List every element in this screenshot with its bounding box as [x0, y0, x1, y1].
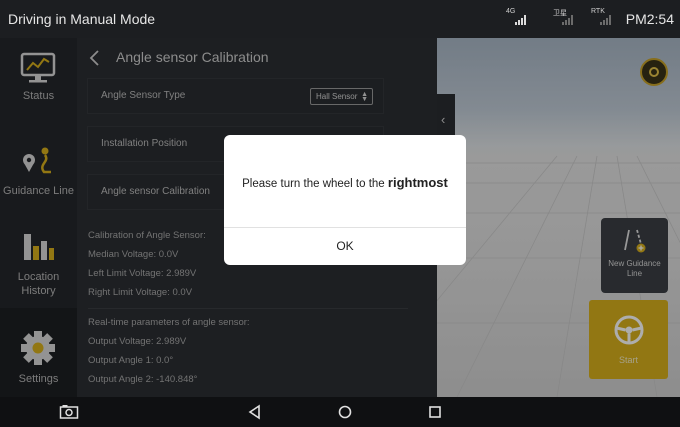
page-title: Driving in Manual Mode: [8, 11, 156, 27]
status-bar: Driving in Manual Mode 4G 卫星 RTK PM2:54: [0, 0, 680, 38]
signal-4g-icon: 4G: [506, 8, 530, 32]
home-nav-icon[interactable]: [335, 404, 355, 420]
rtk-signal-icon: RTK: [591, 8, 615, 32]
system-nav-bar: [0, 397, 680, 427]
ok-button[interactable]: OK: [224, 228, 466, 265]
clock: PM2:54: [625, 11, 674, 27]
dialog-message: Please turn the wheel to the rightmost: [242, 175, 448, 190]
calibration-dialog: Please turn the wheel to the rightmost O…: [224, 135, 466, 265]
back-nav-icon[interactable]: [245, 404, 265, 420]
screen: Driving in Manual Mode 4G 卫星 RTK PM2:54 …: [0, 0, 680, 427]
screenshot-icon[interactable]: [59, 404, 79, 420]
recents-nav-icon[interactable]: [425, 404, 445, 420]
satellite-signal-icon: 卫星: [553, 8, 577, 32]
